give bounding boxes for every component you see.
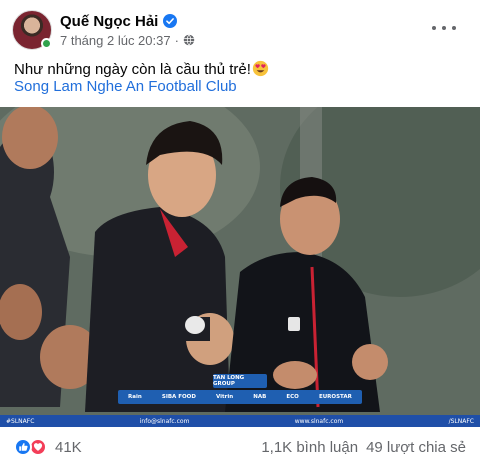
comment-count[interactable]: 1,1K bình luận xyxy=(261,439,358,456)
photo-hashtag: #SLNAFC xyxy=(6,417,35,425)
reactions-row: 41K 1,1K bình luận 49 lượt chia sẻ xyxy=(14,436,466,458)
sponsor-1: Rain xyxy=(128,394,142,400)
page-link[interactable]: Song Lam Nghe An Football Club xyxy=(14,77,237,96)
sponsor-top-banner: TAN LONG GROUP xyxy=(213,374,267,388)
caption-text: Như những ngày còn là cầu thủ trẻ! xyxy=(14,61,251,78)
post-header: Quế Ngọc Hải 7 tháng 2 lúc 20:37 · xyxy=(12,8,468,52)
photo-footer-bar: #SLNAFC info@slnafc.com www.slnafc.com /… xyxy=(0,415,480,427)
sponsor-3: Vitrin xyxy=(215,394,234,400)
photo-social: /SLNAFC xyxy=(448,417,474,425)
share-count[interactable]: 49 lượt chia sẻ xyxy=(366,439,466,456)
avatar[interactable] xyxy=(12,10,52,50)
photo-website: www.slnafc.com xyxy=(294,417,344,425)
meta-separator: · xyxy=(174,32,179,48)
heart-eyes-emoji xyxy=(252,60,269,77)
post-photo[interactable]: TAN LONG GROUP Rain SIBA FOOD Vitrin NAB… xyxy=(0,107,480,427)
sponsor-5: ECO xyxy=(286,394,299,400)
online-status-dot xyxy=(41,38,52,49)
more-icon[interactable] xyxy=(432,20,456,36)
engagement-counts: 1,1K bình luận 49 lượt chia sẻ xyxy=(261,439,466,456)
verified-icon xyxy=(163,14,178,28)
post-meta: 7 tháng 2 lúc 20:37 · xyxy=(60,33,195,48)
globe-icon[interactable] xyxy=(183,34,195,46)
author-name[interactable]: Quế Ngọc Hải xyxy=(60,13,158,30)
reaction-icons xyxy=(14,438,47,456)
photo-email: info@slnafc.com xyxy=(139,417,190,425)
sponsor-4: NAB xyxy=(253,394,267,400)
like-reaction-icon xyxy=(14,438,32,456)
reaction-count: 41K xyxy=(55,438,82,456)
post-timestamp[interactable]: 7 tháng 2 lúc 20:37 xyxy=(60,33,171,48)
sponsor-6: EUROSTAR xyxy=(318,394,352,400)
sponsor-2: SIBA FOOD xyxy=(161,394,196,400)
sponsor-bar: Rain SIBA FOOD Vitrin NAB ECO EUROSTAR xyxy=(118,390,362,404)
reaction-summary[interactable]: 41K xyxy=(14,438,82,456)
post-header-text: Quế Ngọc Hải 7 tháng 2 lúc 20:37 · xyxy=(60,13,195,48)
author-name-row: Quế Ngọc Hải xyxy=(60,13,195,30)
